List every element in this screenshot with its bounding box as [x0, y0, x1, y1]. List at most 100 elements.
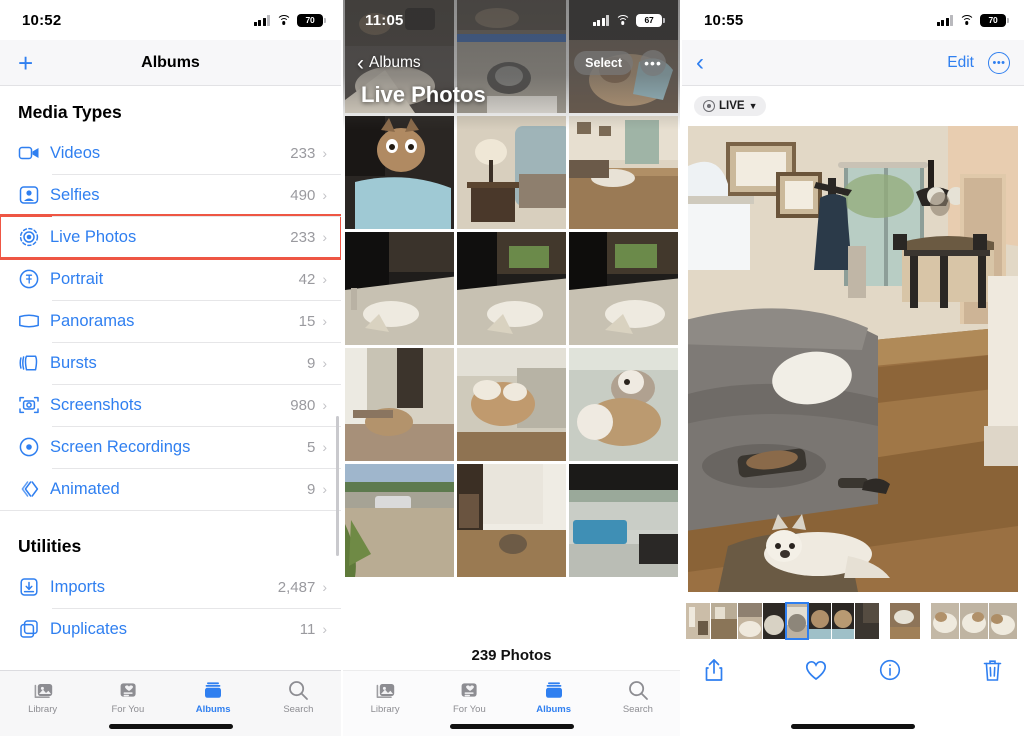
navigation-bar-viewer: ‹ Edit ••• [682, 40, 1024, 86]
chevron-right-icon: › [322, 145, 327, 161]
cellular-signal-icon [253, 14, 270, 26]
tab-bar-left[interactable]: Library For You Albums Search [0, 670, 341, 736]
library-icon [374, 679, 396, 701]
album-row-selfies[interactable]: Selfies 490 › [0, 174, 341, 216]
battery-icon: 67 [636, 13, 665, 27]
selfie-icon [18, 184, 46, 206]
photo-action-toolbar[interactable] [682, 648, 1024, 692]
filmstrip-thumbnail[interactable] [931, 603, 959, 639]
filmstrip-thumbnail[interactable] [686, 603, 710, 639]
share-button[interactable] [704, 658, 779, 682]
grid-photo[interactable] [345, 232, 454, 345]
scrollbar[interactable] [336, 416, 339, 556]
three-phone-screenshot-composite: 10:52 70 + Albums Media Types Videos 233 › S… [0, 0, 1024, 736]
for-you-icon [117, 679, 139, 701]
favorite-button[interactable] [779, 660, 854, 681]
battery-icon: 70 [297, 13, 326, 27]
chevron-down-icon: ▼ [748, 101, 758, 111]
chevron-right-icon: › [322, 579, 327, 595]
tab-label: Albums [195, 704, 231, 715]
cellular-signal-icon [592, 14, 609, 26]
screenshot-icon [18, 394, 46, 416]
album-row-animated[interactable]: Animated 9 › [0, 468, 341, 510]
more-options-icon[interactable]: ••• [988, 51, 1010, 74]
album-row-portrait[interactable]: Portrait 42 › [0, 258, 341, 300]
album-row-count: 9 [306, 354, 316, 372]
album-row-imports[interactable]: Imports 2,487 › [0, 566, 341, 608]
filmstrip-thumbnail[interactable] [738, 603, 762, 639]
albums-list[interactable]: Media Types Videos 233 › Selfies 490 › Live Pho… [0, 86, 341, 686]
phone-screen-live-photos-grid: 11:05 67 ‹ Albums Select ••• Live Photos… [341, 0, 682, 736]
grid-photo[interactable] [569, 464, 678, 577]
info-button[interactable] [853, 659, 928, 681]
filmstrip-thumbnail[interactable] [763, 603, 785, 639]
filmstrip-thumbnail[interactable] [855, 603, 879, 639]
album-row-bursts[interactable]: Bursts 9 › [0, 342, 341, 384]
album-row-label: Portrait [50, 269, 104, 288]
section-header: Media Types [18, 102, 122, 122]
live-badge[interactable]: LIVE ▼ [694, 96, 767, 116]
grid-photo[interactable] [345, 116, 454, 229]
photo-filmstrip[interactable] [682, 602, 1024, 640]
album-row-duplicates[interactable]: Duplicates 11 › [0, 608, 341, 650]
grid-photo[interactable] [569, 232, 678, 345]
album-row-videos[interactable]: Videos 233 › [0, 132, 341, 174]
phone-screen-photo-viewer: 10:55 70 ‹ Edit ••• LIVE ▼ [682, 0, 1024, 736]
select-button[interactable]: Select [574, 51, 633, 75]
album-row-count: 980 [290, 396, 316, 414]
album-row-panoramas[interactable]: Panoramas 15 › [0, 300, 341, 342]
status-time: 10:52 [22, 11, 62, 29]
tab-bar-middle[interactable]: Library For You Albums Search [343, 670, 680, 736]
page-title: Albums [141, 53, 200, 71]
grid-photo[interactable] [345, 348, 454, 461]
filmstrip-thumbnail-selected[interactable] [785, 602, 809, 640]
portrait-icon [18, 268, 46, 290]
more-options-icon[interactable]: ••• [640, 50, 666, 76]
filmstrip-thumbnail[interactable] [711, 603, 737, 639]
grid-photo[interactable] [345, 464, 454, 577]
grid-photo[interactable] [457, 348, 566, 461]
tab-for-you[interactable]: For You [427, 679, 511, 715]
back-button[interactable]: ‹ [696, 50, 704, 75]
cellular-signal-icon [936, 14, 953, 26]
chevron-right-icon: › [322, 187, 327, 203]
tab-albums[interactable]: Albums [512, 679, 596, 715]
filmstrip-thumbnail[interactable] [960, 603, 988, 639]
edit-button[interactable]: Edit [947, 54, 974, 72]
tab-library[interactable]: Library [0, 679, 85, 715]
navigation-bar-live-photos: ‹ Albums Select ••• [343, 40, 680, 86]
album-row-label: Animated [50, 479, 120, 498]
tab-label: Library [28, 704, 58, 715]
tab-albums[interactable]: Albums [171, 679, 256, 715]
filmstrip-thumbnail[interactable] [832, 603, 854, 639]
album-row-count: 233 [290, 144, 316, 162]
grid-photo[interactable] [569, 116, 678, 229]
navigation-bar-albums: + Albums [0, 40, 341, 86]
album-row-screen-recordings[interactable]: Screen Recordings 5 › [0, 426, 341, 468]
grid-photo[interactable] [457, 232, 566, 345]
tab-search[interactable]: Search [256, 679, 341, 715]
import-icon [18, 576, 46, 598]
album-row-label: Bursts [50, 353, 97, 372]
album-row-label: Videos [50, 143, 101, 162]
home-indicator [108, 724, 233, 729]
chevron-right-icon: › [322, 397, 327, 413]
filmstrip-thumbnail[interactable] [809, 603, 831, 639]
filmstrip-thumbnail[interactable] [989, 603, 1017, 639]
back-to-albums-button[interactable]: ‹ Albums [357, 53, 421, 74]
tab-search[interactable]: Search [596, 679, 680, 715]
chevron-right-icon: › [322, 313, 327, 329]
delete-button[interactable] [928, 659, 1003, 682]
grid-photo[interactable] [457, 116, 566, 229]
tab-library[interactable]: Library [343, 679, 427, 715]
chevron-right-icon: › [322, 355, 327, 371]
tab-for-you[interactable]: For You [85, 679, 170, 715]
live-photo-icon [18, 226, 46, 248]
album-row-screenshots[interactable]: Screenshots 980 › [0, 384, 341, 426]
album-row-live-photos[interactable]: Live Photos 233 › [0, 214, 341, 260]
main-photo[interactable] [688, 126, 1018, 592]
wifi-icon [276, 14, 291, 26]
grid-photo[interactable] [569, 348, 678, 461]
grid-photo[interactable] [457, 464, 566, 577]
filmstrip-thumbnail[interactable] [890, 603, 920, 639]
